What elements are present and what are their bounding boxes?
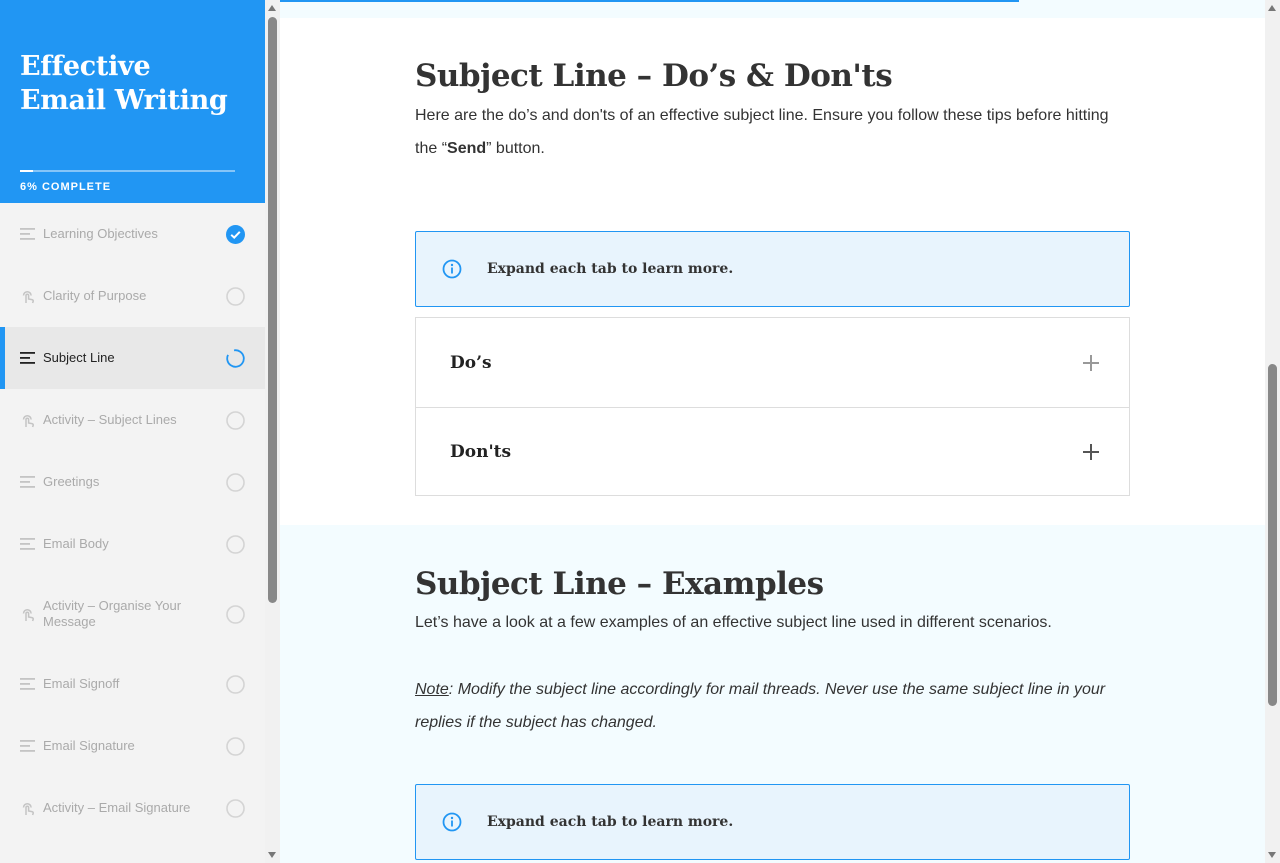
sidebar-item-label: Learning Objectives [43,226,158,241]
accordion: Do’s Don'ts [415,317,1130,496]
empty-circle-icon [226,286,245,306]
empty-circle-icon [226,604,245,624]
plus-icon[interactable] [1083,443,1099,460]
sidebar-item-label: Activity – Subject Lines [43,412,177,427]
check-circle-icon [226,224,245,244]
info-callout: Expand each tab to learn more. [415,784,1130,860]
section-intro: Let’s have a look at a few examples of a… [415,614,1052,631]
sidebar-item-label: Email Signoff [43,676,120,691]
text-lines-icon [20,676,36,692]
sidebar-item-lesson[interactable]: Email Body [0,513,265,575]
accordion-title: Don'ts [450,441,512,462]
section-heading: Subject Line – Examples [415,566,824,602]
sidebar-item-label: Activity – Email Signature [43,800,191,815]
scroll-down-arrow-icon[interactable] [1268,852,1276,858]
sidebar-item-label: Clarity of Purpose [43,288,147,303]
sidebar-item-label: Subject Line [43,350,115,365]
course-title: Effective Email Writing [20,51,228,116]
accordion-title: Do’s [450,352,492,373]
sidebar-item-lesson[interactable]: Email Signature [0,715,265,777]
info-callout: Expand each tab to learn more. [415,231,1130,307]
sidebar-item-lesson[interactable]: Subject Line [0,327,265,389]
sidebar-item-label: Email Signature [43,738,135,753]
intro-bold-text: Send [447,140,487,157]
scroll-up-arrow-icon[interactable] [1268,5,1276,11]
touch-gesture-icon [20,288,36,304]
empty-circle-icon [226,674,245,694]
course-sidebar: Effective Email Writing 6% COMPLETE Lear… [0,0,265,863]
course-progress-text: 6% COMPLETE [20,181,112,193]
sidebar-item-lesson[interactable]: Activity – Subject Lines [0,389,265,451]
callout-text: Expand each tab to learn more. [487,814,734,830]
section-dos-donts: Subject Line – Do’s & Don'ts Here are th… [280,18,1265,525]
sidebar-item-label: Email Body [43,536,109,551]
lesson-list: Learning Objectives Clarity of Purpose Sub… [0,203,265,839]
scroll-down-arrow-icon[interactable] [268,852,276,858]
note-label: Note [415,681,449,698]
course-header: Effective Email Writing 6% COMPLETE [0,0,265,203]
main-scroll-thumb[interactable] [1268,364,1277,706]
sidebar-item-lesson[interactable]: Clarity of Purpose [0,265,265,327]
section-heading: Subject Line – Do’s & Don'ts [415,58,893,94]
text-lines-icon [20,738,36,754]
info-icon [442,812,462,832]
sidebar-item-label: Greetings [43,474,100,489]
empty-circle-icon [226,534,245,554]
scroll-up-arrow-icon[interactable] [268,5,276,11]
empty-circle-icon [226,736,245,756]
touch-gesture-icon [20,412,36,428]
callout-text: Expand each tab to learn more. [487,261,734,277]
course-progress-bar [20,170,235,172]
empty-circle-icon [226,798,245,818]
sidebar-scroll-thumb[interactable] [268,17,277,603]
intro-text-end: ” button. [486,140,545,157]
info-icon [442,259,462,279]
accordion-item-donts[interactable]: Don'ts [416,407,1129,495]
sidebar-item-label: Activity – Organise Your Message [43,598,182,629]
sidebar-scrollbar[interactable] [265,0,280,863]
touch-gesture-icon [20,606,36,622]
empty-circle-icon [226,410,245,430]
text-lines-icon [20,226,36,242]
sidebar-item-lesson[interactable]: Email Signoff [0,653,265,715]
sidebar-item-lesson[interactable]: Activity – Email Signature [0,777,265,839]
accordion-item-dos[interactable]: Do’s [416,318,1129,407]
note-text: : Modify the subject line accordingly fo… [415,681,1106,731]
progress-circle-icon [226,348,245,368]
section-intro: Here are the do’s and don'ts of an effec… [415,99,1130,165]
text-lines-icon [20,536,36,552]
sidebar-item-lesson[interactable]: Greetings [0,451,265,513]
main-scrollbar[interactable] [1265,0,1280,863]
touch-gesture-icon [20,800,36,816]
section-note: Note: Modify the subject line accordingl… [415,673,1130,739]
text-lines-icon [20,350,36,366]
sidebar-item-lesson[interactable]: Activity – Organise Your Message [0,575,265,653]
empty-circle-icon [226,472,245,492]
plus-icon[interactable] [1083,354,1099,371]
text-lines-icon [20,474,36,490]
sidebar-item-lesson[interactable]: Learning Objectives [0,203,265,265]
lesson-progress-bar [280,0,1019,2]
lesson-content: Subject Line – Do’s & Don'ts Here are th… [280,0,1265,863]
course-progress-fill [20,170,33,172]
